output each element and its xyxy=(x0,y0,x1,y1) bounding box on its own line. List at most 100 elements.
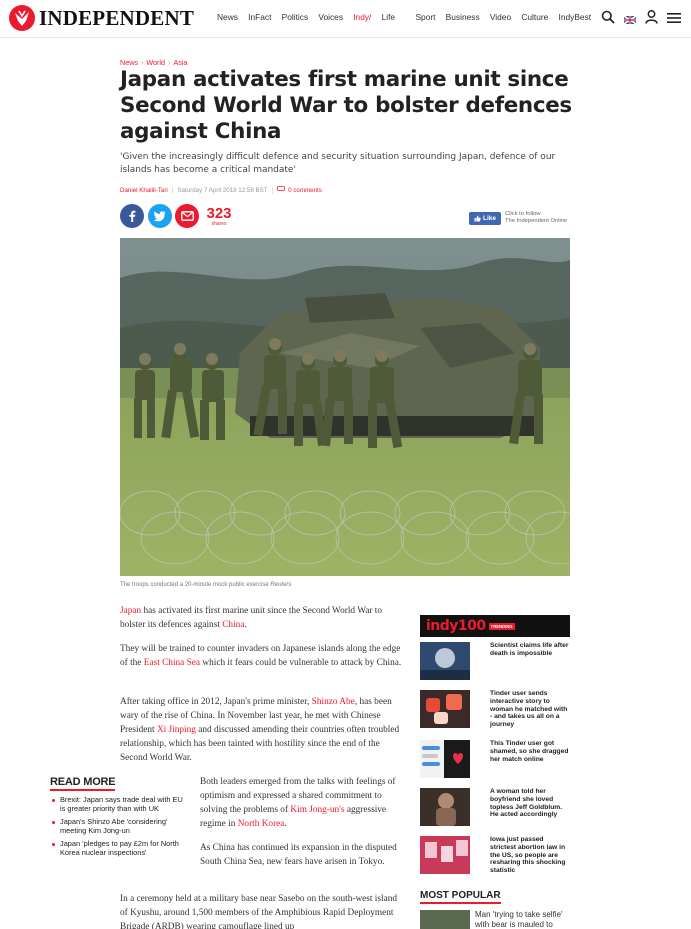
most-popular-box: MOST POPULAR Man 'trying to take selfie'… xyxy=(420,885,570,929)
facebook-share-button[interactable] xyxy=(120,204,144,228)
nav-news[interactable]: News xyxy=(217,12,238,22)
read-more-link[interactable]: Japan's Shinzo Abe 'considering' meeting… xyxy=(50,817,190,836)
breadcrumb-world[interactable]: World xyxy=(146,58,165,67)
story-thumbnail xyxy=(420,910,470,929)
image-caption: The troops conducted a 20-minute mock pu… xyxy=(120,582,291,588)
read-more-box: READ MORE Brexit: Japan says trade deal … xyxy=(50,772,190,862)
link-china[interactable]: China xyxy=(222,620,244,630)
breadcrumb-news[interactable]: News xyxy=(120,58,138,67)
nav-sport[interactable]: Sport xyxy=(415,12,435,22)
header-tools xyxy=(592,10,681,29)
nav-indybest[interactable]: IndyBest xyxy=(559,12,592,22)
story-title: This Tinder user got shamed, so she drag… xyxy=(490,740,569,763)
thumbs-up-icon xyxy=(474,215,481,221)
indy100-story[interactable]: Scientist claims life after death is imp… xyxy=(420,642,570,680)
logo-wordmark: INDEPENDENT xyxy=(39,5,195,30)
nav-infact[interactable]: InFact xyxy=(248,12,271,22)
story-thumbnail xyxy=(420,642,470,680)
share-bar: 323 shares xyxy=(120,204,232,228)
story-thumbnail xyxy=(420,740,470,778)
paragraph-text: which it fears could be vulnerable to at… xyxy=(200,658,402,668)
site-logo[interactable]: INDEPENDENT xyxy=(9,5,194,31)
nav-business[interactable]: Business xyxy=(446,12,480,22)
byline-divider: | xyxy=(271,186,274,194)
article-paragraph: In a ceremony held at a military base ne… xyxy=(120,894,398,929)
follow-line-1: Click to follow xyxy=(505,211,541,217)
indy100-story[interactable]: A woman told her boyfriend she loved top… xyxy=(420,788,570,826)
link-shinzo-abe[interactable]: Shinzo Abe xyxy=(312,697,355,707)
caption-text: The troops conducted a 20-minute mock pu… xyxy=(120,582,269,588)
link-east-china-sea[interactable]: East China Sea xyxy=(144,658,200,668)
story-title: Tinder user sends interactive story to w… xyxy=(490,690,568,729)
follow-text: Click to follow The Independent Online xyxy=(505,211,567,225)
article-paragraph: Both leaders emerged from the talks with… xyxy=(200,775,402,831)
facebook-like-button[interactable]: Like xyxy=(469,211,502,225)
facebook-follow-widget: Like Click to follow The Independent Onl… xyxy=(469,211,567,225)
link-japan[interactable]: Japan xyxy=(120,606,141,616)
story-title: Man 'trying to take selfie' with bear is… xyxy=(475,910,563,929)
most-popular-title: MOST POPULAR xyxy=(420,890,501,904)
article-standfirst: 'Given the increasingly difficult defenc… xyxy=(120,152,556,175)
nav-culture[interactable]: Culture xyxy=(521,12,548,22)
story-title: A woman told her boyfriend she loved top… xyxy=(490,788,563,819)
paragraph-text: has activated its first marine unit sinc… xyxy=(120,606,383,630)
article-paragraph: They will be trained to counter invaders… xyxy=(120,642,402,670)
story-thumbnail xyxy=(420,788,470,826)
comment-icon[interactable] xyxy=(277,186,286,194)
story-title: Iowa just passed strictest abortion law … xyxy=(490,836,566,875)
twitter-share-button[interactable] xyxy=(147,204,172,228)
publish-date: Saturday 7 April 2018 12:58 BST xyxy=(177,186,268,194)
breadcrumb-separator: › xyxy=(140,58,144,67)
byline-divider: | xyxy=(171,186,174,194)
article-byline: Daniel Khalili-Tari | Saturday 7 April 2… xyxy=(120,186,322,194)
link-xi-jinping[interactable]: Xi Jinping xyxy=(157,725,196,735)
story-thumbnail xyxy=(420,836,470,874)
share-count-number: 323 xyxy=(206,204,232,222)
breadcrumb: News › World › Asia xyxy=(120,58,187,67)
comments-link[interactable]: 0 comments xyxy=(288,187,322,194)
paragraph-text: . xyxy=(244,620,247,630)
uk-flag-icon[interactable] xyxy=(623,11,637,29)
paragraph-text: . xyxy=(284,819,287,829)
indy100-logo: indy100 xyxy=(426,618,486,634)
read-more-link[interactable]: Brexit: Japan says trade deal with EU is… xyxy=(50,795,190,814)
site-header: INDEPENDENT News InFact Politics Voices … xyxy=(0,0,691,38)
facebook-icon xyxy=(129,210,136,222)
breadcrumb-separator: › xyxy=(168,58,171,67)
link-north-korea[interactable]: North Korea xyxy=(238,819,285,829)
link-kim-jong-un[interactable]: Kim Jong-un's xyxy=(290,805,344,815)
article-hero-image xyxy=(120,238,570,576)
nav-indy-life-prefix: Indy/ xyxy=(353,12,372,22)
caption-credit: Reuters xyxy=(270,582,292,588)
story-thumbnail xyxy=(420,690,470,728)
read-more-link[interactable]: Japan 'pledges to pay £2m for North Kore… xyxy=(50,839,190,858)
nav-indy-life-suffix: Life xyxy=(381,12,396,22)
share-count: 323 shares xyxy=(207,206,232,227)
menu-icon[interactable] xyxy=(667,11,681,29)
marines-photo xyxy=(120,238,570,576)
user-icon[interactable] xyxy=(645,10,658,29)
breadcrumb-asia[interactable]: Asia xyxy=(173,58,187,67)
author-link[interactable]: Daniel Khalili-Tari xyxy=(120,187,168,194)
search-icon[interactable] xyxy=(601,10,615,29)
most-popular-story[interactable]: Man 'trying to take selfie' with bear is… xyxy=(420,910,570,929)
eagle-logo-icon xyxy=(9,5,35,31)
indy100-story[interactable]: This Tinder user got shamed, so she drag… xyxy=(420,740,570,778)
indy100-header[interactable]: indy100 TRENDING xyxy=(420,615,570,637)
article-paragraph: After taking office in 2012, Japan's pri… xyxy=(120,695,402,765)
indy100-story[interactable]: Iowa just passed strictest abortion law … xyxy=(420,836,570,875)
mail-icon xyxy=(180,211,194,221)
twitter-icon xyxy=(153,210,166,221)
nav-indy-life[interactable]: Indy/Life xyxy=(353,12,405,22)
nav-voices[interactable]: Voices xyxy=(318,12,343,22)
article-paragraph: As China has continued its expansion in … xyxy=(200,843,397,867)
nav-politics[interactable]: Politics xyxy=(282,12,309,22)
like-button-label: Like xyxy=(483,214,497,222)
indy100-story[interactable]: Tinder user sends interactive story to w… xyxy=(420,690,570,729)
article-paragraph: Japan has activated its first marine uni… xyxy=(120,604,402,632)
story-title: Scientist claims life after death is imp… xyxy=(490,642,569,657)
trending-badge: TRENDING xyxy=(488,622,515,630)
email-share-button[interactable] xyxy=(175,204,199,228)
nav-video[interactable]: Video xyxy=(490,12,511,22)
read-more-title: READ MORE xyxy=(50,776,116,791)
